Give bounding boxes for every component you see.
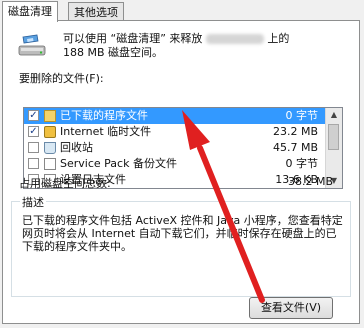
file-size: 0 字节 bbox=[285, 109, 319, 122]
description-title: 描述 bbox=[20, 194, 46, 210]
redacted-drive-name bbox=[205, 34, 264, 44]
intro-line2: 188 MB 磁盘空间。 bbox=[63, 46, 164, 59]
list-item[interactable]: ✓ Internet 临时文件 23.2 MB bbox=[24, 124, 342, 140]
intro-line1-prefix: 可以使用 “磁盘清理” 来释放 bbox=[63, 32, 203, 45]
disk-cleanup-icon bbox=[18, 34, 46, 56]
file-size: 45.7 MB bbox=[272, 141, 318, 154]
view-files-button[interactable]: 查看文件(V) bbox=[249, 297, 333, 319]
tab-disk-cleanup[interactable]: 磁盘清理 bbox=[2, 1, 58, 22]
checkbox[interactable] bbox=[28, 142, 39, 153]
file-name: 回收站 bbox=[60, 141, 93, 154]
file-size: 23.2 MB bbox=[272, 125, 318, 138]
files-to-delete-label: 要删除的文件(F): bbox=[19, 72, 104, 85]
file-size: 0 字节 bbox=[285, 157, 319, 170]
file-name: Internet 临时文件 bbox=[60, 125, 152, 138]
file-name: Service Pack 备份文件 bbox=[60, 157, 177, 170]
tab-more-options[interactable]: 其他选项 bbox=[68, 2, 124, 21]
intro-text: 可以使用 “磁盘清理” 来释放 上的 188 MB 磁盘空间。 bbox=[63, 32, 353, 60]
recycle-bin-icon bbox=[44, 142, 56, 154]
checkbox[interactable]: ✓ bbox=[28, 110, 39, 121]
list-item[interactable]: ✓ 已下载的程序文件 0 字节 bbox=[24, 108, 342, 124]
lock-icon bbox=[44, 126, 56, 138]
space-gained-label: 占用磁盘空间总数: bbox=[19, 177, 111, 190]
description-group: 描述 已下载的程序文件包括 ActiveX 控件和 Java 小程序，您查看特定… bbox=[11, 194, 351, 297]
document-icon bbox=[44, 158, 56, 170]
file-name: 已下载的程序文件 bbox=[60, 109, 148, 122]
folder-icon bbox=[44, 110, 56, 122]
checkbox[interactable] bbox=[28, 158, 39, 169]
space-gained-value: 38.2 MB bbox=[287, 175, 333, 188]
scroll-thumb[interactable] bbox=[328, 124, 339, 150]
list-item[interactable]: Service Pack 备份文件 0 字节 bbox=[24, 156, 342, 172]
checkbox[interactable]: ✓ bbox=[28, 126, 39, 137]
tab-panel: 可以使用 “磁盘清理” 来释放 上的 188 MB 磁盘空间。 要删除的文件(F… bbox=[2, 20, 360, 324]
description-text: 已下载的程序文件包括 ActiveX 控件和 Java 小程序，您查看特定网页时… bbox=[22, 214, 343, 253]
scroll-up-icon[interactable]: ▲ bbox=[326, 108, 342, 122]
intro-line1-suffix: 上的 bbox=[267, 32, 290, 45]
list-item[interactable]: 回收站 45.7 MB bbox=[24, 140, 342, 156]
